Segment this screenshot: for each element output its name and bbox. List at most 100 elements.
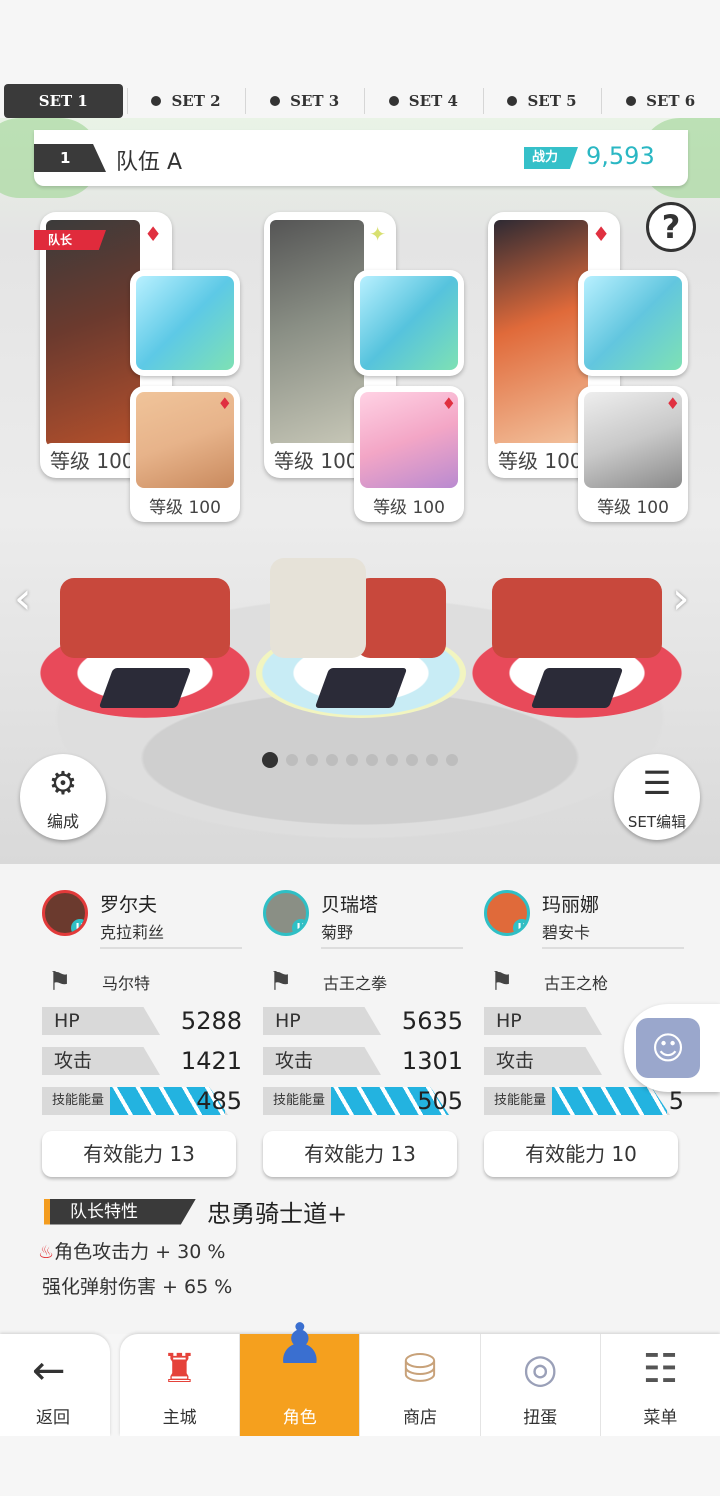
nav-label: 菜单 xyxy=(643,1408,678,1428)
diamond-icon: ♦ xyxy=(592,222,610,246)
nav-menu[interactable]: ☷ 菜单 xyxy=(599,1334,720,1436)
page-dot[interactable] xyxy=(262,752,278,768)
effective-ability-button[interactable]: 有效能力 13 xyxy=(263,1131,457,1177)
page-dot[interactable] xyxy=(306,754,318,766)
stats-panel: U 罗尔夫 克拉莉丝 ⚑ 马尔特 HP 5288 攻击 1421 技能能量 485 … xyxy=(0,864,720,1334)
back-button[interactable]: ← 返回 xyxy=(0,1334,110,1436)
skill-energy-row: 技能能量 485 xyxy=(42,1087,242,1117)
set-edit-button[interactable]: ☰ SET编辑 xyxy=(614,754,700,840)
page-dot[interactable] xyxy=(406,754,418,766)
power-label: 战力 xyxy=(524,147,578,169)
person-gear-icon: ⚙ xyxy=(48,764,78,802)
attack-row: 攻击 1421 xyxy=(42,1047,242,1077)
page-indicator[interactable] xyxy=(0,752,720,768)
avatar: U xyxy=(263,890,309,936)
character-card-3[interactable]: ♦ 等级 100 ♦ 等级 100 xyxy=(482,210,688,522)
hero-name: 玛丽娜 xyxy=(542,894,600,916)
page-dot[interactable] xyxy=(286,754,298,766)
skill-energy-row: 技能能量 5 xyxy=(484,1087,684,1117)
tab-set-1[interactable]: SET 1 xyxy=(4,84,123,118)
menu-icon: ☷ xyxy=(642,1346,679,1392)
effective-ability-button[interactable]: 有效能力 10 xyxy=(484,1131,678,1177)
platform-pad xyxy=(98,668,192,708)
leader-trait-tag: 队长特性 xyxy=(44,1198,196,1225)
sub-character-slot[interactable]: ♦ 等级 100 xyxy=(130,386,240,522)
back-arrow-icon: ← xyxy=(32,1348,66,1394)
effective-ability-button[interactable]: 有效能力 13 xyxy=(42,1131,236,1177)
team-number: 1 xyxy=(34,144,106,172)
leader-trait-name: 忠勇骑士道+ xyxy=(207,1200,348,1228)
tab-set-2[interactable]: SET 2 xyxy=(126,84,246,118)
page-dot[interactable] xyxy=(346,754,358,766)
prev-arrow-icon[interactable]: ‹ xyxy=(14,573,32,624)
weapon-icon: ⚑ xyxy=(269,967,293,997)
team-header[interactable]: 1 队伍 A 战力 9,593 xyxy=(34,130,688,186)
nav-label: 商店 xyxy=(403,1408,437,1428)
weapon-icon: ⚑ xyxy=(48,967,72,997)
page-dot[interactable] xyxy=(326,754,338,766)
formation-button[interactable]: ⚙ 编成 xyxy=(20,754,106,840)
hero-name: 贝瑞塔 xyxy=(321,894,379,916)
portrait-art xyxy=(494,220,588,446)
diamond-icon: ♦ xyxy=(441,394,456,413)
hero-identity[interactable]: U 玛丽娜 碧安卡 xyxy=(484,890,684,949)
sub-level: 等级 100 xyxy=(149,498,221,518)
nav-gacha[interactable]: ◎ 扭蛋 xyxy=(479,1334,600,1436)
page-dot[interactable] xyxy=(426,754,438,766)
main-level: 等级 100 xyxy=(268,443,364,476)
skill-energy-value: 5 xyxy=(668,1087,684,1115)
platform-pad xyxy=(314,668,408,708)
platform-pillar xyxy=(270,558,366,658)
page-dot[interactable] xyxy=(386,754,398,766)
nav-castle[interactable]: ♜ 主城 xyxy=(120,1334,239,1436)
help-button[interactable]: ? xyxy=(646,202,696,252)
dot-icon xyxy=(151,96,162,106)
page-dot[interactable] xyxy=(446,754,458,766)
skill-energy-label: 技能能量 xyxy=(494,1093,547,1108)
u-badge-icon: U xyxy=(292,919,306,933)
avatar: U xyxy=(484,890,530,936)
nav-label: 扭蛋 xyxy=(523,1408,558,1428)
dot-icon xyxy=(626,96,637,106)
nav-shop[interactable]: ⛁ 商店 xyxy=(359,1334,479,1436)
tab-set-6[interactable]: SET 6 xyxy=(601,84,720,118)
platform-block xyxy=(356,578,446,658)
gauntlet-icon xyxy=(360,276,458,370)
tab-set-3[interactable]: SET 3 xyxy=(245,84,364,118)
tab-label: SET 1 xyxy=(38,92,88,110)
party-platform-2 xyxy=(256,528,466,718)
sub-hero-name: 碧安卡 xyxy=(542,923,591,942)
list-icon: ☰ xyxy=(642,764,672,802)
hero-identity[interactable]: U 贝瑞塔 菊野 xyxy=(263,890,463,949)
diamond-icon: ♦ xyxy=(144,222,162,246)
tab-label: SET 2 xyxy=(171,92,221,110)
weapon-row: ⚑ 古王之拳 xyxy=(263,967,463,997)
sub-character-slot[interactable]: ♦ 等级 100 xyxy=(354,386,464,522)
dot-icon xyxy=(507,96,518,106)
hp-row: HP 5635 xyxy=(263,1007,463,1037)
attack-label: 攻击 xyxy=(263,1047,381,1075)
party-scene: 1 队伍 A 战力 9,593 ? ♦ 等级 100 队长 ♦ 等级 100 ✦… xyxy=(0,118,720,864)
weapon-slot[interactable] xyxy=(130,270,240,376)
formation-label: 编成 xyxy=(46,812,79,831)
nav-label: 主城 xyxy=(162,1408,197,1428)
hp-value: 5288 xyxy=(180,1007,242,1035)
page-dot[interactable] xyxy=(366,754,378,766)
castle-icon: ♜ xyxy=(161,1346,198,1392)
hero-identity[interactable]: U 罗尔夫 克拉莉丝 xyxy=(42,890,242,949)
character-card-1[interactable]: ♦ 等级 100 队长 ♦ 等级 100 xyxy=(34,210,240,522)
weapon-slot[interactable] xyxy=(354,270,464,376)
back-label: 返回 xyxy=(36,1408,70,1428)
system-bottom-bar xyxy=(0,1436,720,1496)
nav-character[interactable]: ♟ 角色 xyxy=(239,1312,360,1436)
assistant-float-button[interactable]: ☺ xyxy=(624,1004,720,1092)
weapon-slot[interactable] xyxy=(578,270,688,376)
hp-label: HP xyxy=(42,1007,160,1035)
dot-icon xyxy=(388,96,399,106)
sub-character-slot[interactable]: ♦ 等级 100 xyxy=(578,386,688,522)
character-card-2[interactable]: ✦ 等级 100 ♦ 等级 100 xyxy=(258,210,464,522)
wand-icon xyxy=(136,276,234,370)
weapon-name: 古王之拳 xyxy=(323,974,388,993)
tab-set-4[interactable]: SET 4 xyxy=(364,84,483,118)
tab-set-5[interactable]: SET 5 xyxy=(482,84,602,118)
